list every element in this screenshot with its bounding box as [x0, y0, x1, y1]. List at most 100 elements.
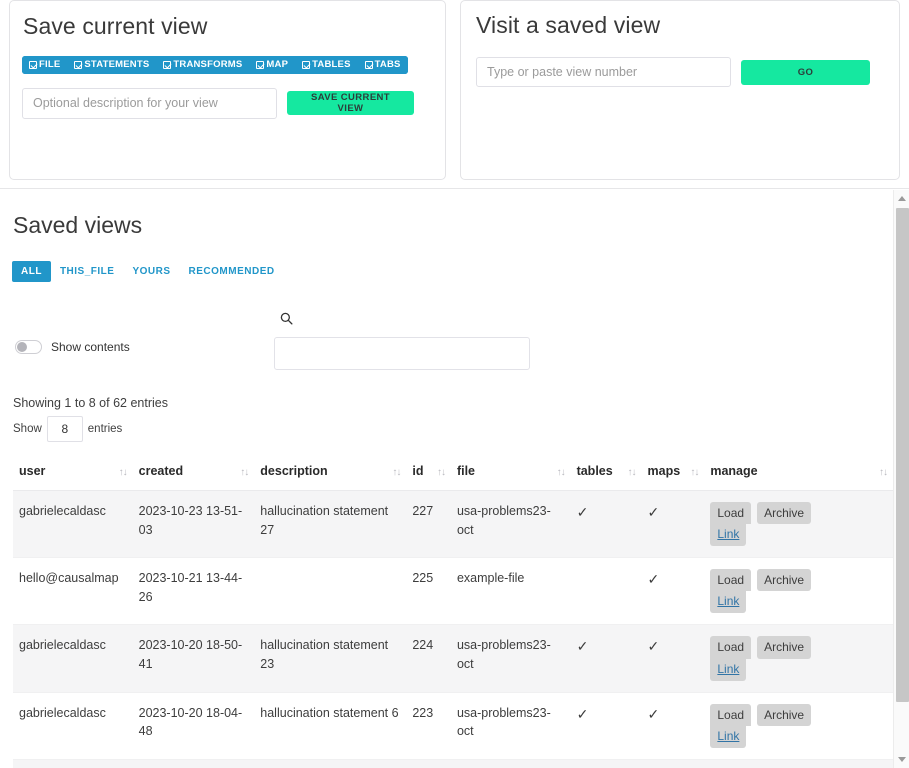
go-button[interactable]: GO [741, 59, 870, 85]
link-anchor[interactable]: Link [710, 658, 747, 681]
manage-actions: Load Link Archive [710, 569, 887, 614]
view-number-input[interactable] [476, 57, 731, 87]
cell-id: 223 [406, 692, 451, 760]
archive-button[interactable]: Archive [757, 569, 812, 592]
badge-map[interactable]: MAP [249, 56, 296, 74]
tab-recommended[interactable]: RECOMMENDED [180, 261, 284, 282]
cell-tables [570, 557, 642, 626]
load-button[interactable]: Load [710, 636, 752, 659]
cell-description: hallucination statement 6 [254, 692, 407, 760]
link-anchor[interactable]: Link [710, 725, 747, 748]
tab-yours[interactable]: YOURS [123, 261, 179, 282]
badge-tabs[interactable]: TABS [357, 56, 408, 74]
scroll-up-arrow-icon[interactable] [894, 190, 909, 207]
sort-icon[interactable]: ↑↓ [690, 468, 699, 478]
cell-maps: ✓ [641, 557, 705, 626]
cell-tables: ✓ [570, 490, 642, 559]
tab-this-file[interactable]: THIS_FILE [51, 261, 124, 282]
cell-manage: LoadLink Archive [704, 557, 893, 626]
archive-button[interactable]: Archive [757, 502, 812, 525]
archive-button[interactable]: Archive [757, 703, 812, 726]
badge-label: TABS [374, 59, 401, 70]
scroll-down-arrow-icon[interactable] [894, 751, 909, 768]
table-row: gabrielecaldasc 2023-10-20 18-04-48 halluc… [13, 692, 893, 760]
sort-icon[interactable]: ↑↓ [437, 468, 446, 478]
sort-icon[interactable]: ↑↓ [392, 468, 401, 478]
check-icon: ✓ [576, 638, 589, 655]
checkbox-icon [29, 60, 37, 69]
sort-icon[interactable]: ↑↓ [240, 468, 249, 478]
search-icon [280, 312, 530, 330]
vertical-scrollbar[interactable] [893, 190, 909, 768]
cell-description: hallucination statement 23 [254, 624, 407, 693]
badge-file[interactable]: FILE [22, 56, 68, 74]
page-title: Saved views [13, 212, 143, 238]
load-button[interactable]: Load [710, 703, 752, 726]
show-label: Show [13, 423, 42, 435]
sort-icon[interactable]: ↑↓ [557, 468, 566, 478]
link-anchor[interactable]: Link [710, 524, 747, 547]
saved-views-section: Saved views ALL THIS_FILE YOURS RECOMMEN… [0, 190, 893, 768]
toggle-knob [17, 342, 27, 352]
column-label: manage [710, 464, 758, 478]
checkbox-icon [364, 60, 373, 69]
checkbox-icon [74, 60, 83, 69]
column-label: user [19, 464, 46, 478]
badge-label: TRANSFORMS [173, 59, 243, 70]
entries-count-input[interactable] [46, 416, 83, 442]
check-icon: ✓ [647, 504, 660, 520]
check-icon: ✓ [576, 705, 589, 722]
search-input[interactable] [274, 337, 530, 370]
visit-row: GO [476, 57, 899, 87]
badge-tables[interactable]: TABLES [295, 56, 358, 74]
cell-manage: LoadLinkArchive [704, 759, 893, 768]
load-link-group: Load Link [710, 502, 752, 547]
visit-saved-view-card: Visit a saved view GO [460, 0, 900, 180]
showing-entries-text: Showing 1 to 8 of 62 entries [13, 396, 168, 410]
column-header-tables[interactable]: tables ↑↓ [570, 456, 642, 491]
manage-actions: Load Link Archive [710, 502, 887, 547]
column-header-maps[interactable]: maps ↑↓ [641, 456, 705, 491]
view-component-badges: FILE STATEMENTS TRANSFORMS MAP TABLES TA… [22, 56, 408, 74]
cell-user: gabrielecaldasc [13, 692, 133, 760]
column-header-file[interactable]: file ↑↓ [450, 456, 571, 491]
link-anchor[interactable]: Link [710, 591, 747, 614]
column-header-created[interactable]: created ↑↓ [132, 456, 255, 491]
save-panel-title: Save current view [23, 13, 208, 39]
tab-all[interactable]: ALL [12, 261, 51, 282]
check-icon: ✓ [576, 504, 589, 520]
archive-button[interactable]: Archive [757, 636, 812, 659]
cell-maps: ✓ [641, 490, 705, 559]
cell-file: usa-problems23-oct [450, 490, 571, 559]
check-icon: ✓ [647, 705, 660, 722]
checkbox-icon [302, 60, 311, 69]
column-label: maps [647, 464, 681, 478]
saved-views-page: Save current view FILE STATEMENTS TRANSF… [0, 0, 909, 768]
show-contents-toggle[interactable] [15, 340, 42, 354]
sort-icon[interactable]: ↑↓ [879, 468, 888, 478]
load-button[interactable]: Load [710, 502, 752, 525]
cell-tables: ✓ [570, 692, 642, 760]
view-description-input[interactable] [22, 87, 277, 119]
badge-transforms[interactable]: TRANSFORMS [156, 56, 250, 74]
cell-manage: LoadLink Archive [704, 692, 893, 760]
badge-label: TABLES [312, 59, 351, 70]
cell-id: 222 [406, 759, 451, 768]
table-row: hello@causalmap 2023-10-21 13-44-26 225 exa… [13, 557, 893, 626]
sort-icon[interactable]: ↑↓ [628, 468, 637, 478]
table-header: user ↑↓ created ↑↓ description ↑↓ id ↑↓ [13, 456, 893, 491]
badge-statements[interactable]: STATEMENTS [67, 56, 157, 74]
column-header-id[interactable]: id ↑↓ [406, 456, 451, 491]
entries-label: entries [87, 423, 123, 435]
column-header-manage[interactable]: manage ↑↓ [704, 456, 893, 491]
column-header-user[interactable]: user ↑↓ [13, 456, 133, 491]
table-row: gabrielecaldasc2023-10-20 17-52-18halluc… [13, 759, 893, 768]
column-header-description[interactable]: description ↑↓ [254, 456, 407, 491]
cell-file: usa-problems23-oct [450, 759, 571, 768]
load-button[interactable]: Load [710, 569, 752, 592]
checkbox-icon [163, 60, 172, 69]
scrollbar-thumb[interactable] [896, 208, 909, 702]
sort-icon[interactable]: ↑↓ [119, 468, 128, 478]
cell-manage: LoadLink Archive [704, 624, 893, 693]
save-current-view-button[interactable]: SAVE CURRENT VIEW [287, 91, 414, 116]
